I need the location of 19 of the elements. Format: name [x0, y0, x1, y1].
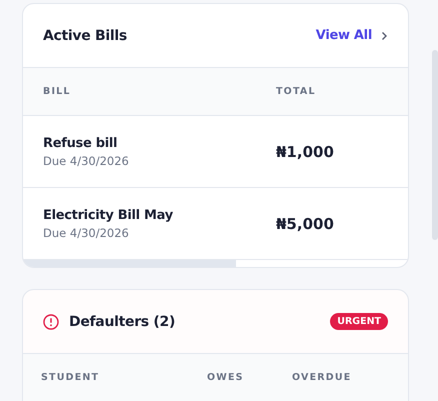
column-header: STUDENT	[41, 372, 100, 383]
bill-name: Refuse bill	[43, 136, 118, 150]
card-title: Defaulters (2)	[69, 314, 176, 330]
scrollbar-thumb[interactable]	[23, 260, 236, 267]
bill-total: ₦5,000	[276, 214, 334, 232]
urgent-badge: URGENT	[330, 313, 388, 330]
column-header: OWES	[207, 372, 245, 383]
chevron-right-icon	[381, 30, 388, 40]
due-date: Due 4/30/2026	[43, 226, 130, 240]
card-title: Active Bills	[43, 28, 128, 44]
column-header: TOTAL	[276, 86, 316, 97]
due-date: Due 4/30/2026	[43, 154, 130, 168]
bill-name: Electricity Bill May	[43, 208, 174, 222]
alert-icon	[43, 314, 59, 330]
scrollbar-thumb[interactable]	[432, 50, 438, 240]
column-header: BILL	[43, 86, 72, 97]
view-all-link[interactable]: View All	[316, 28, 372, 43]
column-header: OVERDUE	[292, 372, 352, 383]
bill-total: ₦1,000	[276, 142, 334, 160]
